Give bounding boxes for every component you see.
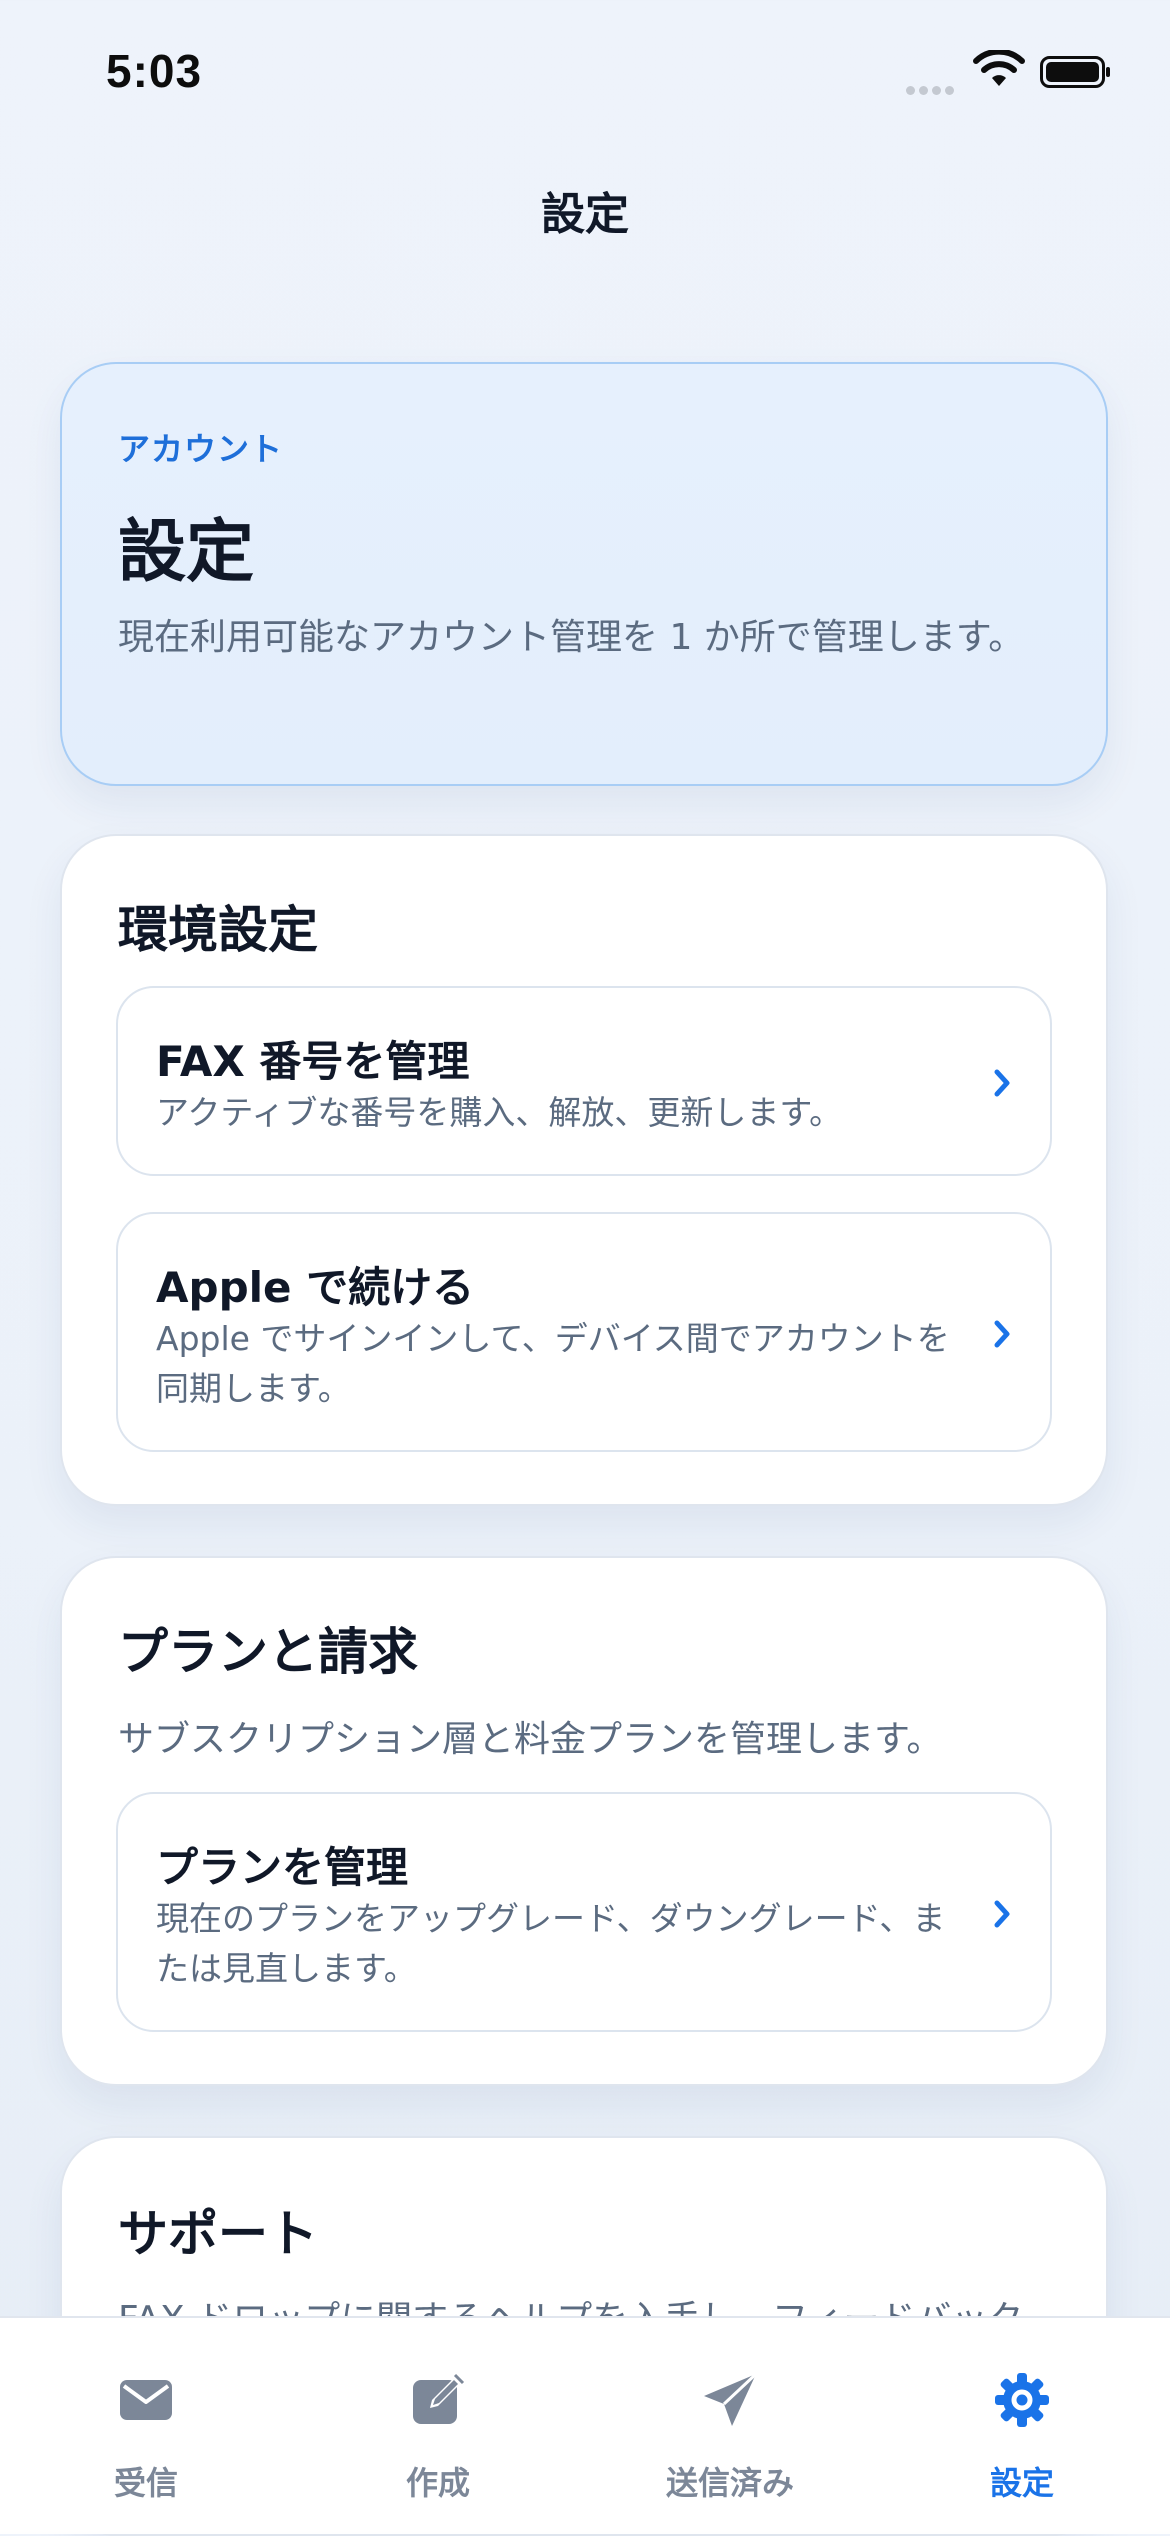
inbox-icon <box>120 2380 172 2420</box>
section-title-environment: 環境設定 <box>118 901 318 959</box>
hero-title: 設定 <box>118 513 255 592</box>
hero-eyebrow: アカウント <box>118 430 284 468</box>
environment-settings-card: 環境設定 FAX 番号を管理 アクティブな番号を購入、解放、更新します。 App… <box>60 834 1108 1506</box>
plan-billing-card: プランと請求 サブスクリプション層と料金プランを管理します。 プランを管理 現在… <box>60 1556 1108 2086</box>
page-title: 設定 <box>541 189 629 240</box>
hero-description: 現在利用可能なアカウント管理を 1 か所で管理します。 <box>118 617 1025 658</box>
compose-icon <box>413 2373 465 2424</box>
continue-with-apple-row[interactable]: Apple で続ける Apple でサインインして、デバイス間でアカウントを同期… <box>116 1212 1052 1452</box>
tab-compose[interactable]: 作成 <box>292 2318 584 2534</box>
tab-inbox[interactable]: 受信 <box>0 2318 292 2534</box>
status-time: 5:03 <box>106 45 203 97</box>
tab-label: 作成 <box>405 2464 470 2502</box>
chevron-right-icon <box>994 1320 1010 1348</box>
chevron-right-icon <box>994 1069 1010 1097</box>
section-title-plan: プランと請求 <box>118 1623 418 1681</box>
cellular-signal-icon <box>906 80 958 95</box>
chevron-right-icon <box>994 1900 1010 1928</box>
tab-label: 設定 <box>989 2464 1054 2502</box>
section-title-support: サポート <box>118 2205 318 2263</box>
gear-icon <box>995 2373 1049 2427</box>
row-title: FAX 番号を管理 <box>156 1037 470 1086</box>
section-description-plan: サブスクリプション層と料金プランを管理します。 <box>118 1719 943 1760</box>
manage-fax-numbers-row[interactable]: FAX 番号を管理 アクティブな番号を購入、解放、更新します。 <box>116 986 1052 1176</box>
battery-icon <box>1040 56 1110 88</box>
tab-bar: 受信 作成 送信済み 設定 <box>0 2316 1170 2534</box>
tab-label: 受信 <box>113 2464 178 2502</box>
tab-sent[interactable]: 送信済み <box>584 2318 876 2534</box>
wifi-icon <box>973 50 1025 86</box>
row-title: プランを管理 <box>156 1843 409 1892</box>
status-bar: 5:03 <box>0 0 1170 150</box>
send-icon <box>704 2372 758 2426</box>
row-description: アクティブな番号を購入、解放、更新します。 <box>156 1093 843 1132</box>
row-description: Apple でサインインして、デバイス間でアカウントを同期します。 <box>156 1319 950 1408</box>
row-title: Apple で続ける <box>156 1263 475 1312</box>
tab-label: 送信済み <box>665 2464 794 2502</box>
account-hero-card: アカウント 設定 現在利用可能なアカウント管理を 1 か所で管理します。 <box>60 362 1108 786</box>
tab-settings[interactable]: 設定 <box>876 2318 1168 2534</box>
manage-plan-row[interactable]: プランを管理 現在のプランをアップグレード、ダウングレード、または見直します。 <box>116 1792 1052 2032</box>
row-description: 現在のプランをアップグレード、ダウングレード、または見直します。 <box>156 1899 946 1988</box>
